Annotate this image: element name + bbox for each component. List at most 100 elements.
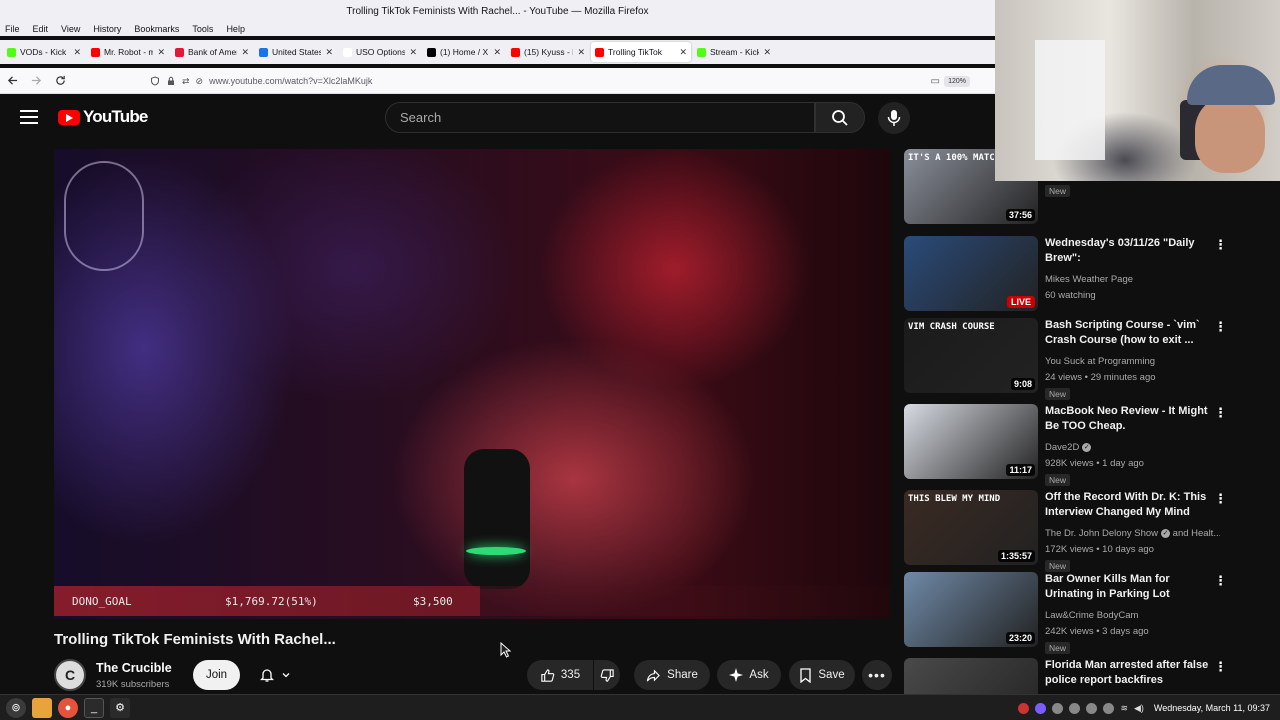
menu-edit[interactable]: Edit bbox=[33, 24, 49, 34]
menu-file[interactable]: File bbox=[5, 24, 20, 34]
channel-avatar[interactable]: C bbox=[54, 659, 86, 691]
browser-tab[interactable]: (1) Home / X ✕ bbox=[423, 42, 505, 62]
menu-tools[interactable]: Tools bbox=[192, 24, 213, 34]
sparkle-icon bbox=[729, 668, 744, 682]
new-badge: New bbox=[1045, 642, 1071, 654]
more-vertical-icon[interactable]: ⋮ bbox=[1214, 320, 1227, 333]
more-vertical-icon[interactable]: ⋮ bbox=[1214, 574, 1227, 587]
files-folder-icon[interactable] bbox=[32, 697, 52, 718]
more-vertical-icon[interactable]: ⋮ bbox=[1214, 492, 1227, 505]
join-button[interactable]: Join bbox=[193, 660, 240, 690]
dislike-button[interactable] bbox=[594, 660, 620, 690]
browser-tab[interactable]: USO Options | Robinh ✕ bbox=[339, 42, 421, 62]
tab-label: VODs - Kick Dashb bbox=[20, 47, 69, 57]
menu-view[interactable]: View bbox=[61, 24, 80, 34]
new-badge: New bbox=[1045, 185, 1071, 197]
recommended-video[interactable]: VIM CRASH COURSE 9:08 Bash Scripting Cours… bbox=[904, 318, 1234, 400]
like-button[interactable]: 335 bbox=[527, 660, 593, 690]
thumbnail-text: VIM CRASH COURSE bbox=[908, 322, 995, 332]
share-button[interactable]: Share bbox=[634, 660, 710, 690]
video-thumbnail[interactable]: 11:17 bbox=[904, 404, 1038, 479]
recommended-channel[interactable]: The Dr. John Delony Show ✓ and Healt... bbox=[1045, 528, 1220, 539]
recommended-channel[interactable]: You Suck at Programming bbox=[1045, 356, 1220, 367]
thumbnail-text: THIS BLEW MY MIND bbox=[908, 494, 1001, 504]
recommended-video-title[interactable]: Bar Owner Kills Man for Urinating in Par… bbox=[1045, 572, 1210, 602]
tray-network-icon[interactable]: ≋ bbox=[1120, 703, 1128, 714]
tray-volume-icon[interactable]: ◀) bbox=[1134, 703, 1144, 714]
recommended-video[interactable]: 23:20 Bar Owner Kills Man for Urinating i… bbox=[904, 572, 1234, 654]
more-vertical-icon[interactable]: ⋮ bbox=[1214, 660, 1227, 673]
video-thumbnail[interactable]: VIM CRASH COURSE 9:08 bbox=[904, 318, 1038, 393]
tray-discord-icon[interactable] bbox=[1035, 702, 1047, 714]
menu-history[interactable]: History bbox=[93, 24, 121, 34]
close-tab-icon[interactable]: ✕ bbox=[409, 47, 417, 58]
close-tab-icon[interactable]: ✕ bbox=[493, 47, 501, 58]
voice-search-button[interactable] bbox=[878, 102, 910, 134]
video-thumbnail[interactable]: 23:20 bbox=[904, 572, 1038, 647]
menu-help[interactable]: Help bbox=[226, 24, 245, 34]
browser-tab[interactable]: Mr. Robot - madan ✕ bbox=[87, 42, 169, 62]
close-tab-icon[interactable]: ✕ bbox=[157, 47, 165, 58]
recommended-video-title[interactable]: MacBook Neo Review - It Might Be TOO Che… bbox=[1045, 404, 1210, 434]
tray-update-icon[interactable] bbox=[1086, 702, 1098, 714]
close-tab-icon[interactable]: ✕ bbox=[241, 47, 249, 58]
recommended-video[interactable]: LIVE Wednesday's 03/11/26 "Daily Brew": ⋮ M… bbox=[904, 236, 1234, 316]
browser-tab[interactable]: Bank of America - C ✕ bbox=[171, 42, 253, 62]
reader-view-icon[interactable]: ▭ bbox=[931, 76, 940, 87]
join-label: Join bbox=[205, 669, 228, 681]
recommended-channel[interactable]: Mikes Weather Page bbox=[1045, 274, 1220, 285]
tray-bluetooth-icon[interactable] bbox=[1103, 702, 1115, 714]
clock[interactable]: Wednesday, March 11, 09:37 bbox=[1154, 703, 1270, 713]
tray-clipboard-icon[interactable] bbox=[1069, 702, 1081, 714]
thumbnail-text: IT'S A 100% MATCH bbox=[908, 153, 1001, 163]
search-input[interactable]: Search bbox=[385, 102, 815, 133]
close-tab-icon[interactable]: ✕ bbox=[73, 47, 81, 58]
recommended-video-title[interactable]: Wednesday's 03/11/26 "Daily Brew": bbox=[1045, 236, 1210, 266]
recommended-video-title[interactable]: Off the Record With Dr. K: This Intervie… bbox=[1045, 490, 1210, 520]
forward-button[interactable] bbox=[24, 70, 48, 92]
app-settings-icon[interactable]: ⚙ bbox=[110, 697, 130, 718]
notification-bell-button[interactable] bbox=[249, 660, 301, 690]
ask-label: Ask bbox=[749, 669, 769, 681]
video-thumbnail[interactable]: THIS BLEW MY MIND 1:35:57 bbox=[904, 490, 1038, 565]
terminal-icon[interactable]: _ bbox=[84, 697, 104, 718]
more-vertical-icon[interactable]: ⋮ bbox=[1214, 406, 1227, 419]
close-tab-icon[interactable]: ✕ bbox=[577, 47, 585, 58]
ask-button[interactable]: Ask bbox=[717, 660, 781, 690]
live-badge: LIVE bbox=[1006, 296, 1035, 308]
recommended-channel[interactable]: Dave2D ✓ bbox=[1045, 442, 1220, 453]
more-vertical-icon[interactable]: ⋮ bbox=[1214, 238, 1227, 251]
close-tab-icon[interactable]: ✕ bbox=[763, 47, 771, 58]
thumbs-down-icon bbox=[600, 668, 614, 682]
recommended-video[interactable]: THIS BLEW MY MIND 1:35:57 Off the Record W… bbox=[904, 490, 1234, 572]
recommended-channel[interactable]: Law&Crime BodyCam bbox=[1045, 610, 1220, 621]
video-player[interactable]: DONO_GOAL $1,769.72(51%) $3,500 bbox=[54, 149, 890, 619]
url-bar[interactable]: ⇄ ⊘ www.youtube.com/watch?v=Xlc2laMKujk … bbox=[150, 71, 970, 91]
recommended-video-title[interactable]: Florida Man arrested after false police … bbox=[1045, 658, 1210, 688]
tray-app-icon[interactable] bbox=[1018, 702, 1030, 714]
close-tab-icon[interactable]: ✕ bbox=[679, 47, 687, 58]
youtube-logo[interactable]: YouTube bbox=[58, 107, 148, 127]
channel-name[interactable]: The Crucible bbox=[96, 661, 172, 675]
browser-tab[interactable]: VODs - Kick Dashb ✕ bbox=[3, 42, 85, 62]
video-thumbnail[interactable]: LIVE bbox=[904, 236, 1038, 311]
menu-bookmarks[interactable]: Bookmarks bbox=[134, 24, 179, 34]
video-duration: 37:56 bbox=[1005, 209, 1035, 221]
start-menu-icon[interactable]: ⊚ bbox=[6, 697, 26, 718]
zoom-level[interactable]: 120% bbox=[944, 76, 970, 87]
more-actions-button[interactable]: ••• bbox=[862, 660, 892, 690]
browser-tab[interactable]: Stream - Kick Dasl ✕ bbox=[693, 42, 775, 62]
browser-tab[interactable]: United States Oil F ✕ bbox=[255, 42, 337, 62]
browser-tab[interactable]: Trolling TikTok ✕ bbox=[591, 42, 691, 62]
firefox-icon[interactable]: ● bbox=[58, 697, 78, 718]
browser-tab[interactable]: (15) Kyuss - Demo ✕ bbox=[507, 42, 589, 62]
save-button[interactable]: Save bbox=[789, 660, 855, 690]
recommended-video-title[interactable]: Bash Scripting Course - `vim` Crash Cour… bbox=[1045, 318, 1210, 348]
reload-button[interactable] bbox=[48, 70, 72, 92]
search-button[interactable] bbox=[815, 102, 865, 133]
close-tab-icon[interactable]: ✕ bbox=[325, 47, 333, 58]
menu-hamburger-icon[interactable] bbox=[20, 110, 38, 124]
back-button[interactable] bbox=[0, 70, 24, 92]
tray-shield-icon[interactable] bbox=[1052, 702, 1064, 714]
recommended-video[interactable]: 11:17 MacBook Neo Review - It Might Be TO… bbox=[904, 404, 1234, 486]
